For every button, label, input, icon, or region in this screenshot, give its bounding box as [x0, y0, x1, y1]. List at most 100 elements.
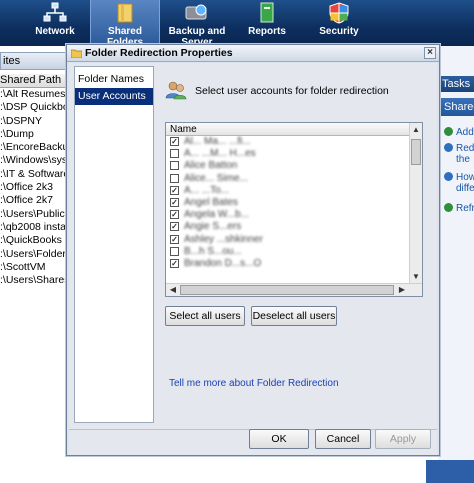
- list-item[interactable]: :\Office 2k7: [0, 194, 68, 207]
- shared-path-column-header[interactable]: Shared Path: [0, 74, 68, 88]
- nav-reports[interactable]: Reports: [244, 0, 290, 46]
- user-name: Alice... Sime...: [184, 172, 248, 184]
- table-row[interactable]: ✓ Brandon D...s...O: [166, 258, 411, 270]
- backup-icon: [185, 4, 207, 20]
- table-row[interactable]: B...h S...ou...: [166, 246, 411, 258]
- user-accounts-list: Name ✓ Al... Ma... ...fi... A... ...M... H…: [165, 122, 423, 297]
- table-row[interactable]: ✓ Angel Bates: [166, 197, 411, 209]
- table-row[interactable]: A... ...M... H...es: [166, 148, 411, 160]
- cancel-button[interactable]: Cancel: [315, 429, 371, 449]
- list-item[interactable]: :\Windows\syster: [0, 154, 68, 167]
- folder-icon: [71, 49, 82, 58]
- list-item[interactable]: :\DSP Quickbooks: [0, 101, 68, 114]
- background-right-footer: [426, 460, 474, 483]
- scroll-left-icon[interactable]: ◀: [167, 284, 179, 296]
- list-item[interactable]: :\Users\Shares: [0, 274, 68, 287]
- name-column-header[interactable]: Name: [166, 123, 411, 136]
- table-row[interactable]: ✓ Angela W...b...: [166, 209, 411, 221]
- task-how-different[interactable]: How diffe: [444, 172, 474, 194]
- user-checkbox[interactable]: ✓: [170, 258, 179, 268]
- nav-reports-label: Reports: [248, 26, 286, 37]
- user-checkbox[interactable]: [170, 149, 179, 159]
- user-checkbox[interactable]: ✓: [170, 197, 179, 207]
- task-refresh[interactable]: Refr: [444, 203, 474, 214]
- user-name: Angela W...b...: [184, 209, 250, 221]
- table-row[interactable]: ✓ Al... Ma... ...fi...: [166, 136, 411, 148]
- list-item[interactable]: :\Users\Public: [0, 208, 68, 221]
- horizontal-scrollbar[interactable]: ◀ ▶: [166, 283, 422, 296]
- list-item[interactable]: :\Alt Resumes: [0, 88, 68, 101]
- table-row[interactable]: ✓ A... ...To...: [166, 185, 411, 197]
- list-item[interactable]: :\Users\FolderRed: [0, 248, 68, 261]
- nav-security-label: Security: [319, 26, 359, 37]
- nav-network-label: Network: [35, 26, 75, 37]
- folder-redirection-dialog: Folder Redirection Properties × Folder N…: [66, 44, 440, 456]
- help-link[interactable]: Tell me more about Folder Redirection: [169, 378, 339, 389]
- horizontal-scroll-thumb[interactable]: [180, 285, 394, 295]
- nav-shared-folders[interactable]: Shared Folders and Web Sites: [90, 0, 160, 70]
- table-row[interactable]: Alice... Sime...: [166, 173, 411, 185]
- user-name: A... ...To...: [184, 184, 230, 196]
- reports-icon: [260, 2, 274, 23]
- add-icon: [444, 127, 453, 136]
- user-name: Angel Bates: [184, 196, 238, 208]
- list-item[interactable]: :\Office 2k3: [0, 181, 68, 194]
- nav-network[interactable]: Network: [33, 0, 77, 46]
- nav-user-accounts[interactable]: User Accounts: [75, 88, 153, 105]
- user-accounts-page: Select user accounts for folder redirect…: [159, 66, 435, 423]
- dialog-nav-pane: Folder Names User Accounts: [74, 66, 154, 423]
- dialog-titlebar[interactable]: Folder Redirection Properties ×: [67, 45, 439, 62]
- user-checkbox[interactable]: ✓: [170, 210, 179, 220]
- user-checkbox[interactable]: [170, 161, 179, 171]
- task-add[interactable]: Add: [444, 127, 474, 138]
- table-row[interactable]: Alice Batton: [166, 160, 411, 172]
- task-redirect[interactable]: Redi the: [444, 143, 474, 165]
- user-name: A... ...M... H...es: [184, 148, 256, 160]
- users-icon: [165, 81, 187, 100]
- list-item[interactable]: :\qb2008 install: [0, 221, 68, 234]
- user-checkbox[interactable]: ✓: [170, 234, 179, 244]
- user-checkbox[interactable]: [170, 173, 179, 183]
- network-icon: [43, 2, 67, 22]
- table-row[interactable]: ✓ Ashley ...shkinner: [166, 234, 411, 246]
- vertical-scroll-thumb[interactable]: [411, 139, 421, 165]
- user-name: Al... Ma... ...fi...: [184, 136, 251, 147]
- list-item[interactable]: :\ScottVM: [0, 261, 68, 274]
- user-checkbox[interactable]: ✓: [170, 137, 179, 146]
- user-checkbox[interactable]: ✓: [170, 185, 179, 195]
- nav-backup[interactable]: Backup and Server Storage: [163, 0, 231, 59]
- scroll-right-icon[interactable]: ▶: [396, 284, 408, 296]
- user-checkbox[interactable]: ✓: [170, 222, 179, 232]
- tasks-header: Tasks: [440, 76, 474, 92]
- redirect-icon: [444, 143, 453, 152]
- list-item[interactable]: :\DSPNY: [0, 115, 68, 128]
- shield-icon: [329, 2, 349, 24]
- list-item[interactable]: :\IT & Software: [0, 168, 68, 181]
- nav-folder-names[interactable]: Folder Names: [75, 71, 153, 88]
- user-name: B...h S...ou...: [184, 245, 242, 257]
- list-item[interactable]: :\EncoreBackup: [0, 141, 68, 154]
- select-all-users-button[interactable]: Select all users: [165, 306, 245, 326]
- page-heading: Select user accounts for folder redirect…: [195, 85, 389, 97]
- user-name: Brandon D...s...O: [184, 257, 262, 269]
- scroll-up-icon[interactable]: ▲: [410, 124, 422, 136]
- list-item[interactable]: :\Dump: [0, 128, 68, 141]
- scroll-down-icon[interactable]: ▼: [410, 271, 422, 283]
- folder-icon: [117, 3, 133, 23]
- nav-security[interactable]: Security: [314, 0, 364, 46]
- dialog-title: Folder Redirection Properties: [85, 47, 233, 59]
- help-icon: [444, 172, 453, 181]
- user-name: Alice Batton: [184, 160, 238, 172]
- background-tab[interactable]: ites: [0, 52, 68, 70]
- user-checkbox[interactable]: [170, 246, 179, 256]
- table-row[interactable]: ✓ Angie S...ers: [166, 221, 411, 233]
- list-body: ✓ Al... Ma... ...fi... A... ...M... H...es…: [166, 136, 411, 284]
- apply-button[interactable]: Apply: [375, 429, 431, 449]
- ok-button[interactable]: OK: [249, 429, 309, 449]
- user-name: Angie S...ers: [184, 221, 242, 233]
- refresh-icon: [444, 203, 453, 212]
- list-item[interactable]: :\QuickBooks Dat: [0, 234, 68, 247]
- deselect-all-users-button[interactable]: Deselect all users: [251, 306, 337, 326]
- close-button[interactable]: ×: [424, 47, 436, 59]
- vertical-scrollbar[interactable]: ▲ ▼: [409, 123, 422, 284]
